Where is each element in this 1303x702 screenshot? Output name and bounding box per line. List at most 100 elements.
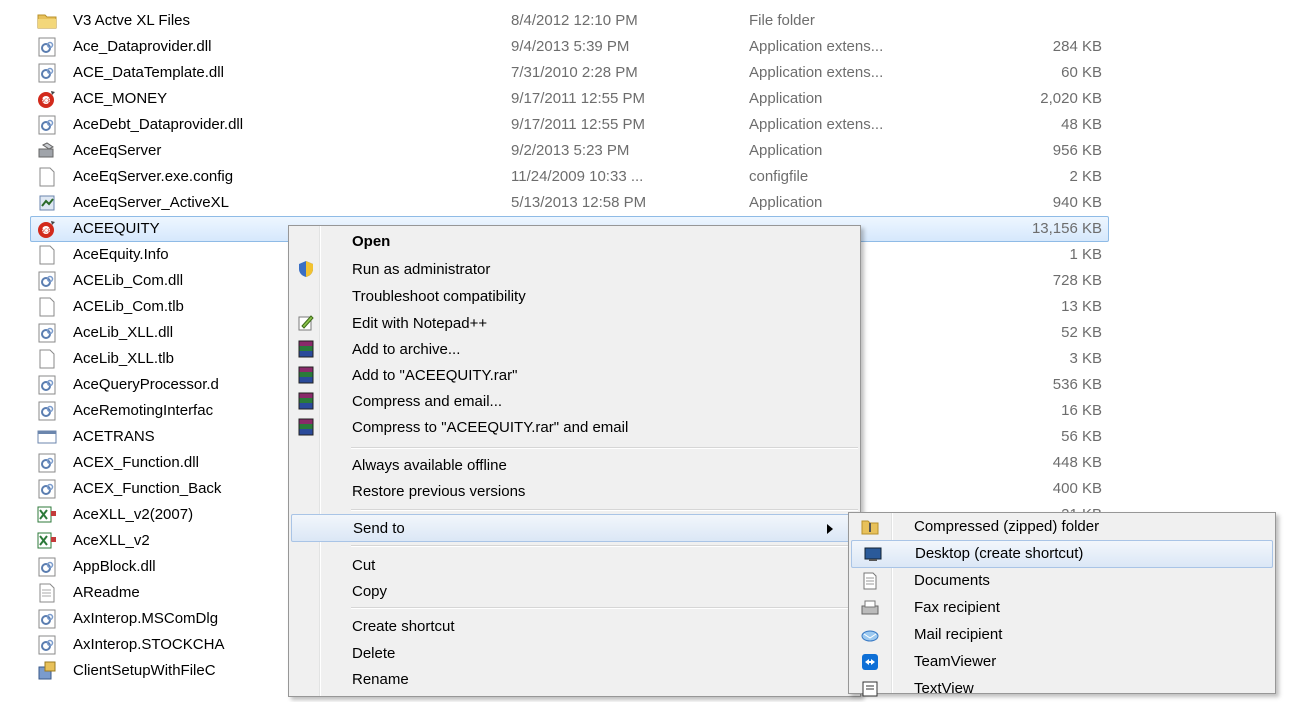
file-row[interactable]: Ace_Dataprovider.dll 9/4/2013 5:39 PM Appl… [0,34,1303,60]
ace-app-icon: ACE [37,219,57,239]
send-to-item-mail-recipient[interactable]: Mail recipient [849,622,1275,648]
file-size: 1 KB [1069,246,1102,263]
menu-item-label: Rename [352,671,409,688]
send-to-item-documents[interactable]: Documents [849,568,1275,594]
file-row[interactable]: AceEqServer_ActiveXL 5/13/2013 12:58 PM Ap… [0,190,1303,216]
menu-item-label: Add to archive... [352,341,461,358]
uac-shield-icon [297,260,315,278]
file-row[interactable]: V3 Actve XL Files 8/4/2012 12:10 PM File f… [0,8,1303,34]
send-to-submenu: Compressed (zipped) folder Desktop (creat… [848,512,1276,697]
menu-separator [351,607,858,609]
file-name: AceEqServer_ActiveXL [73,194,229,211]
menu-item-edit-with-notepad[interactable]: Edit with Notepad++ [289,310,860,336]
file-size: 13 KB [1061,298,1102,315]
send-to-item-desktop-create-shortcut[interactable]: Desktop (create shortcut) [851,540,1273,568]
menu-item-copy[interactable]: Copy [289,578,860,604]
send-to-item-teamviewer[interactable]: TeamViewer [849,649,1275,675]
blank-file-icon [37,167,57,187]
dll-icon [37,479,57,499]
menu-item-rename[interactable]: Rename [289,666,860,692]
menu-item-label: Copy [352,583,388,600]
menu-item-add-to-archive[interactable]: Add to archive... [289,336,860,362]
send-to-item-compressed-zipped-folder[interactable]: Compressed (zipped) folder [849,514,1275,540]
menu-item-create-shortcut[interactable]: Create shortcut [289,613,860,639]
context-menu: Open Run as administrator Troubleshoot com… [288,225,861,697]
excel-addin-icon [37,531,57,551]
menu-item-label: Edit with Notepad++ [352,315,488,332]
teamviewer-icon [861,653,879,671]
file-name: ACEEQUITY [73,220,160,237]
menu-item-label: Create shortcut [352,618,455,635]
notepadpp-icon [297,314,315,332]
menu-item-label: Compress and email... [352,393,503,410]
file-row[interactable]: AceDebt_Dataprovider.dll 9/17/2011 12:55 … [0,112,1303,138]
menu-item-compress-to-aceequity-rar-and-email[interactable]: Compress to "ACEEQUITY.rar" and email [289,414,860,440]
file-size: 536 KB [1052,376,1102,393]
file-name: AceXLL_v2 [73,532,150,549]
file-name: ACEX_Function.dll [73,454,199,471]
file-row[interactable]: AceEqServer 9/2/2013 5:23 PM Application 95… [0,138,1303,164]
file-date-modified: 5/13/2013 12:58 PM [511,194,647,211]
file-row[interactable]: AceEqServer.exe.config 11/24/2009 10:33 .… [0,164,1303,190]
file-name: ACEX_Function_Back [73,480,222,497]
file-name: ACE_DataTemplate.dll [73,64,224,81]
file-name: Ace_Dataprovider.dll [73,38,212,55]
send-to-item-label: Mail recipient [914,626,1003,643]
file-row[interactable]: ACE_DataTemplate.dll 7/31/2010 2:28 PM App… [0,60,1303,86]
file-size: 400 KB [1052,480,1102,497]
menu-item-restore-previous-versions[interactable]: Restore previous versions [289,478,860,504]
menu-item-label: Delete [352,645,396,662]
file-size: 13,156 KB [1031,220,1102,237]
blank-file-icon [37,349,57,369]
winrar-icon [297,340,315,358]
file-name: ClientSetupWithFileC [73,662,216,679]
file-size: 284 KB [1052,38,1102,55]
activexl-app-icon [37,193,57,213]
file-name: AxInterop.STOCKCHA [73,636,225,653]
send-to-item-textview[interactable]: TextView [849,676,1275,702]
menu-item-send-to[interactable]: Send to [291,514,858,542]
menu-item-delete[interactable]: Delete [289,640,860,666]
file-size: 52 KB [1061,324,1102,341]
menu-item-add-to-aceequity-rar[interactable]: Add to "ACEEQUITY.rar" [289,362,860,388]
file-name: AceEqServer [73,142,162,159]
file-size: 448 KB [1052,454,1102,471]
dll-icon [37,115,57,135]
send-to-item-fax-recipient[interactable]: Fax recipient [849,595,1275,621]
menu-item-open[interactable]: Open [289,228,860,254]
file-type: File folder [749,12,815,29]
menu-item-always-available-offline[interactable]: Always available offline [289,452,860,478]
dll-icon [37,63,57,83]
menu-separator [351,545,858,547]
file-size: 16 KB [1061,402,1102,419]
menu-item-run-as-administrator[interactable]: Run as administrator [289,256,860,282]
menu-separator [351,447,858,449]
mail-icon [861,626,879,644]
menu-item-troubleshoot-compatibility[interactable]: Troubleshoot compatibility [289,283,860,309]
file-date-modified: 9/17/2011 12:55 PM [511,90,645,107]
file-size: 3 KB [1069,350,1102,367]
menu-item-label: Add to "ACEEQUITY.rar" [352,367,518,384]
file-date-modified: 9/2/2013 5:23 PM [511,142,630,159]
dll-icon [37,557,57,577]
dll-icon [37,609,57,629]
file-name: AceEquity.Info [73,246,169,263]
menu-item-label: Send to [353,520,405,537]
menu-item-compress-and-email[interactable]: Compress and email... [289,388,860,414]
menu-item-label: Compress to "ACEEQUITY.rar" and email [352,419,629,436]
send-to-item-label: Compressed (zipped) folder [914,518,1100,535]
send-to-item-label: Fax recipient [914,599,1000,616]
file-name: AceRemotingInterfac [73,402,214,419]
text-file-icon [37,583,57,603]
file-size: 728 KB [1052,272,1102,289]
textview-icon [861,680,879,698]
file-type: Application [749,142,823,159]
file-name: AxInterop.MSComDlg [73,610,219,627]
file-size: 956 KB [1052,142,1102,159]
file-row[interactable]: ACE ACE_MONEY 9/17/2011 12:55 PM Applicatio… [0,86,1303,112]
file-size: 60 KB [1061,64,1102,81]
menu-item-cut[interactable]: Cut [289,552,860,578]
file-name: AceLib_XLL.dll [73,324,174,341]
dll-icon [37,323,57,343]
file-type: Application extens... [749,64,884,81]
